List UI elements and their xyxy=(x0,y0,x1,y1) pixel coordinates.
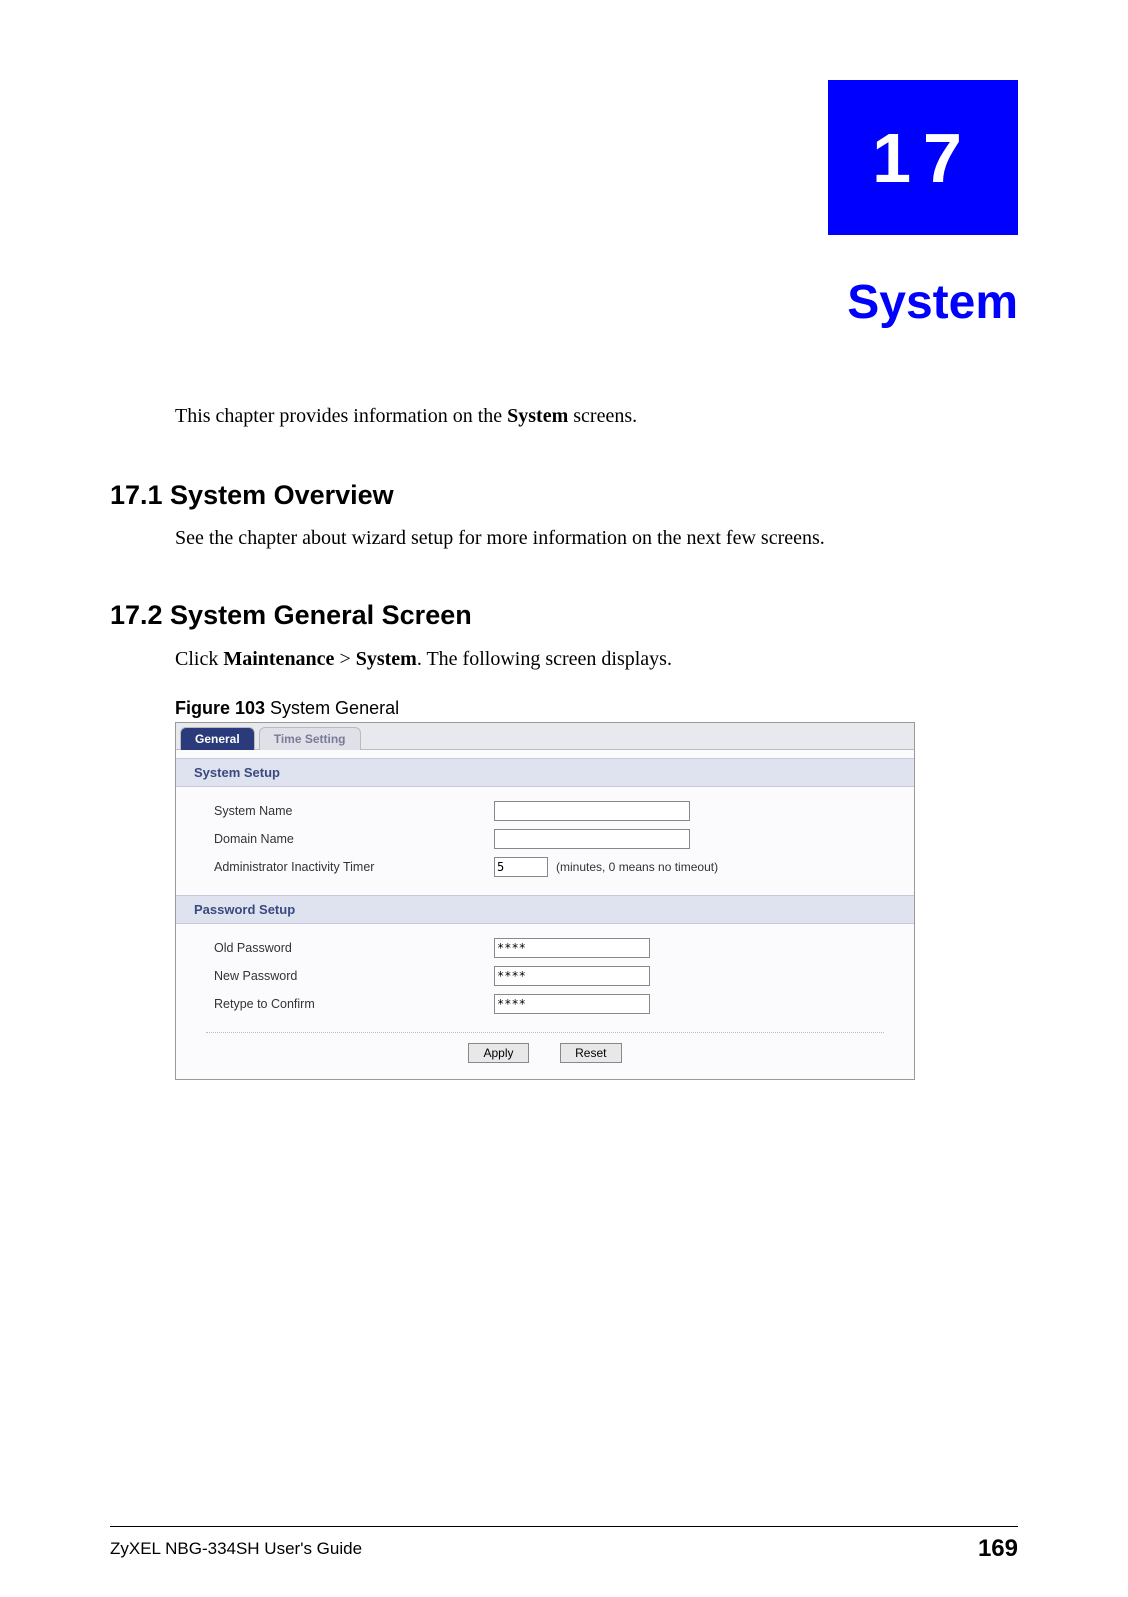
intro-bold: System xyxy=(507,405,568,427)
intro-prefix: This chapter provides information on the xyxy=(175,405,507,427)
row-domain-name: Domain Name xyxy=(214,825,896,853)
s2-b2: System xyxy=(356,648,417,670)
retype-password-input[interactable] xyxy=(494,994,650,1014)
footer-guide-name: ZyXEL NBG-334SH User's Guide xyxy=(110,1539,362,1559)
chapter-number: 17 xyxy=(872,118,974,198)
domain-name-input[interactable] xyxy=(494,829,690,849)
system-setup-form: System Name Domain Name Administrator In… xyxy=(176,787,914,887)
old-password-input[interactable] xyxy=(494,938,650,958)
footer-page-number: 169 xyxy=(978,1535,1018,1563)
s2-sep: > xyxy=(334,648,355,670)
intro-paragraph: This chapter provides information on the… xyxy=(175,405,1018,428)
admin-timer-input[interactable] xyxy=(494,857,548,877)
admin-timer-label: Administrator Inactivity Timer xyxy=(214,860,494,874)
row-new-password: New Password xyxy=(214,962,896,990)
new-password-label: New Password xyxy=(214,969,494,983)
chapter-number-box: 17 xyxy=(828,80,1018,235)
figure-title: System General xyxy=(265,698,399,718)
figure-number: Figure 103 xyxy=(175,698,265,718)
row-retype-password: Retype to Confirm xyxy=(214,990,896,1018)
row-admin-timer: Administrator Inactivity Timer (minutes,… xyxy=(214,853,896,881)
s2-b1: Maintenance xyxy=(223,648,334,670)
new-password-input[interactable] xyxy=(494,966,650,986)
footer-rule xyxy=(110,1526,1018,1527)
system-general-screenshot: General Time Setting System Setup System… xyxy=(175,722,915,1080)
apply-button[interactable]: Apply xyxy=(468,1043,528,1063)
retype-password-label: Retype to Confirm xyxy=(214,997,494,1011)
section-17-1-heading: 17.1 System Overview xyxy=(110,480,394,511)
section-17-2-heading: 17.2 System General Screen xyxy=(110,600,472,631)
s2-pre: Click xyxy=(175,648,223,670)
intro-suffix: screens. xyxy=(568,405,637,427)
system-name-label: System Name xyxy=(214,804,494,818)
domain-name-label: Domain Name xyxy=(214,832,494,846)
s2-post: . The following screen displays. xyxy=(417,648,672,670)
row-system-name: System Name xyxy=(214,797,896,825)
system-setup-header: System Setup xyxy=(176,758,914,787)
button-row: Apply Reset xyxy=(206,1032,884,1079)
reset-button[interactable]: Reset xyxy=(560,1043,621,1063)
section-17-2-body: Click Maintenance > System. The followin… xyxy=(175,648,1018,671)
section-17-1-body: See the chapter about wizard setup for m… xyxy=(175,527,1018,550)
password-setup-header: Password Setup xyxy=(176,895,914,924)
old-password-label: Old Password xyxy=(214,941,494,955)
system-name-input[interactable] xyxy=(494,801,690,821)
password-setup-form: Old Password New Password Retype to Conf… xyxy=(176,924,914,1024)
figure-caption: Figure 103 System General xyxy=(175,698,399,719)
tab-general[interactable]: General xyxy=(180,727,255,750)
chapter-title: System xyxy=(847,275,1018,330)
admin-timer-hint: (minutes, 0 means no timeout) xyxy=(556,860,718,874)
tab-time-setting[interactable]: Time Setting xyxy=(259,727,361,750)
tab-bar: General Time Setting xyxy=(176,723,914,750)
row-old-password: Old Password xyxy=(214,934,896,962)
